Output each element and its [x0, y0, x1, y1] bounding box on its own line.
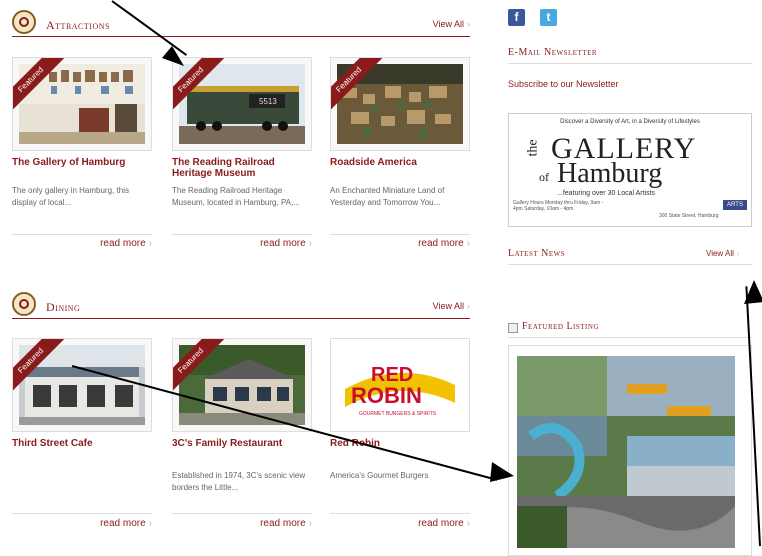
attraction-description: An Enchanted Miniature Land of Yesterday… — [330, 186, 445, 207]
read-more-link[interactable]: read more › — [100, 518, 152, 529]
ad-the: the — [525, 139, 541, 157]
read-more-link[interactable]: read more › — [260, 518, 312, 529]
chevron-right-icon: › — [308, 238, 312, 249]
logo-text-robin: ROBIN — [351, 383, 422, 408]
arrowhead-icon — [744, 280, 762, 304]
divider — [172, 234, 312, 235]
chevron-right-icon: › — [467, 301, 470, 311]
chevron-right-icon: › — [308, 518, 312, 529]
divider — [330, 234, 470, 235]
arrowhead-icon — [490, 462, 514, 482]
ad-hamburg: Hamburg — [557, 158, 663, 189]
dining-description: Established in 1974, 3C's scenic view bo… — [172, 471, 306, 492]
read-more-link[interactable]: read more › — [100, 238, 152, 249]
divider — [172, 513, 312, 514]
logo-subtitle: GOURMET BURGERS & SPIRITS — [359, 411, 437, 417]
ad-address: 300 State Street, Hamburg — [659, 213, 719, 219]
facebook-icon[interactable]: f — [508, 9, 525, 26]
attraction-title[interactable]: The Gallery of Hamburg — [12, 157, 152, 168]
chevron-right-icon: › — [148, 238, 152, 249]
ad-arts-badge: ARTS — [723, 200, 747, 210]
ad-hours: Gallery Hours Monday thru Friday, 9am - … — [513, 200, 604, 212]
dining-title-link[interactable]: Third Street Cafe — [12, 438, 152, 449]
attraction-title[interactable]: The Reading Railroad Heritage Museum — [172, 157, 312, 179]
ad-tagline: Discover a Diversity of Art, in a Divers… — [560, 119, 700, 125]
featured-listing-icon — [508, 323, 518, 333]
latest-news-title: Latest News — [508, 248, 566, 259]
read-more-link[interactable]: read more › — [418, 238, 470, 249]
subscribe-link[interactable]: Subscribe to our Newsletter — [508, 79, 619, 89]
attraction-description: The only gallery in Hamburg, this displa… — [12, 186, 129, 207]
ad-artists: ...featuring over 30 Local Artists — [557, 190, 656, 197]
ad-of: of — [539, 170, 549, 184]
dining-thumbnail[interactable]: Featured — [172, 338, 312, 432]
attraction-title[interactable]: Roadside America — [330, 157, 470, 168]
newsletter-title: E-Mail Newsletter — [508, 47, 598, 58]
chevron-right-icon: › — [466, 518, 470, 529]
featured-listing-title: Featured Listing — [522, 321, 599, 332]
chevron-right-icon: › — [148, 518, 152, 529]
dining-icon — [12, 292, 36, 316]
red-robin-logo: RED ROBIN GOURMET BURGERS & SPIRITS — [337, 345, 463, 425]
featured-listing-card[interactable] — [508, 345, 752, 556]
attractions-header: Attractions View All › — [12, 10, 470, 37]
dining-title-link[interactable]: 3C's Family Restaurant — [172, 438, 312, 449]
attractions-icon — [12, 10, 36, 34]
dining-thumbnail[interactable]: Featured — [12, 338, 152, 432]
attraction-thumbnail[interactable]: Featured — [12, 57, 152, 151]
chevron-right-icon: › — [736, 249, 740, 258]
arrowhead-icon — [162, 46, 184, 66]
dining-header: Dining View All › — [12, 292, 470, 319]
chevron-right-icon: › — [467, 19, 470, 29]
divider — [508, 337, 752, 338]
twitter-icon[interactable]: t — [540, 9, 557, 26]
attractions-view-all-link[interactable]: View All › — [433, 19, 470, 29]
attraction-description: The Reading Railroad Heritage Museum, lo… — [172, 186, 300, 207]
attraction-thumbnail[interactable]: 5513 Featured — [172, 57, 312, 151]
chevron-right-icon: › — [466, 238, 470, 249]
divider — [12, 513, 152, 514]
read-more-link[interactable]: read more › — [418, 518, 470, 529]
attractions-title: Attractions — [46, 18, 110, 32]
divider — [508, 63, 752, 64]
divider — [12, 234, 152, 235]
attraction-thumbnail[interactable]: Featured — [330, 57, 470, 151]
dining-description: America's Gourmet Burgers — [330, 471, 429, 480]
gallery-ad-banner[interactable]: Discover a Diversity of Art, in a Divers… — [508, 113, 752, 227]
dining-view-all-link[interactable]: View All › — [433, 301, 470, 311]
divider — [330, 513, 470, 514]
read-more-link[interactable]: read more › — [260, 238, 312, 249]
dining-title: Dining — [46, 300, 81, 314]
news-view-all-link[interactable]: View All › — [706, 249, 740, 258]
dining-thumbnail[interactable]: RED ROBIN GOURMET BURGERS & SPIRITS — [330, 338, 470, 432]
featured-collage-photo — [517, 356, 735, 548]
engine-number: 5513 — [259, 97, 277, 106]
divider — [508, 264, 752, 265]
